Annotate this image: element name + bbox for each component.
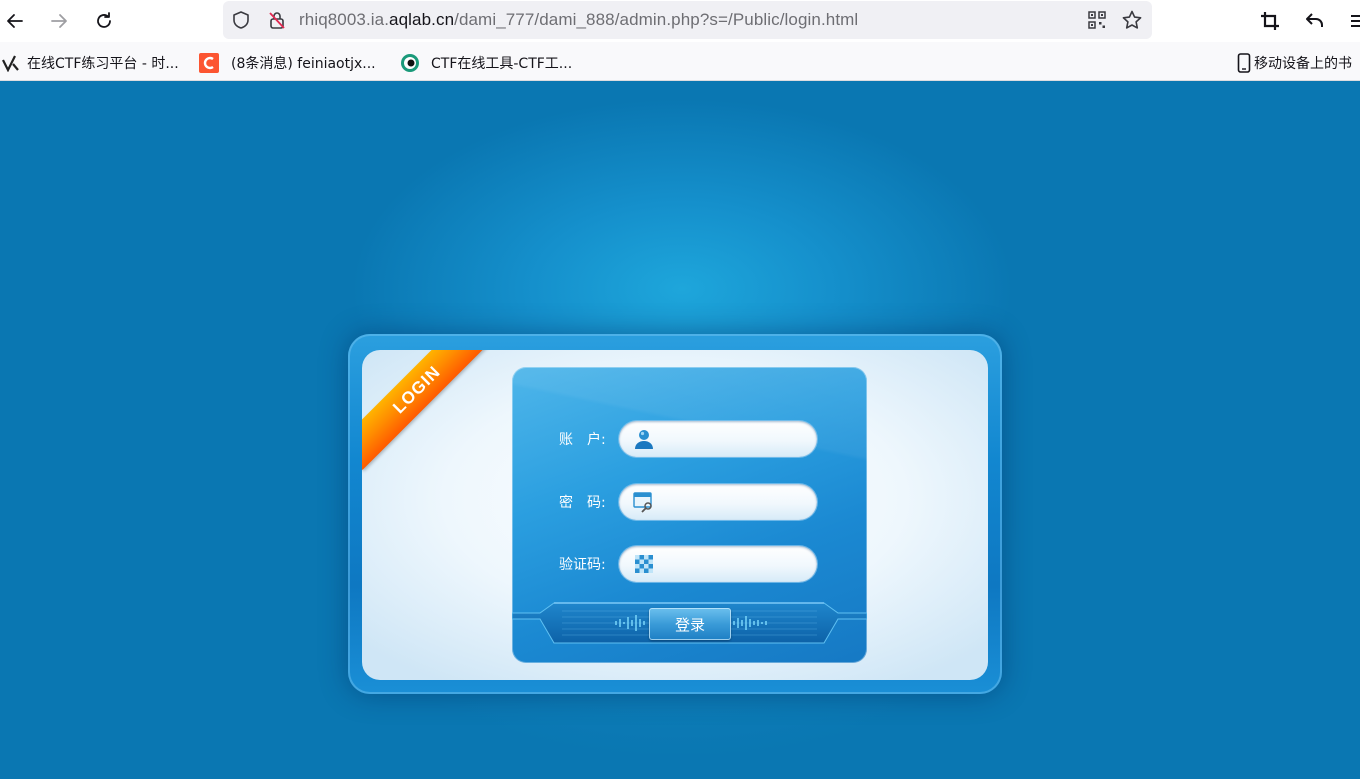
star-bookmark-icon[interactable]: [1121, 9, 1143, 35]
bookmarks-bar: 在线CTF练习平台 - 时... (8条消息) feiniaotjx... CT…: [0, 42, 1360, 81]
bookmark-label: 在线CTF练习平台 - 时...: [27, 56, 179, 72]
back-button[interactable]: [0, 6, 30, 36]
bookmark-item[interactable]: 在线CTF练习平台 - 时...: [2, 53, 179, 73]
mobile-device-icon: [1237, 53, 1251, 73]
url-prefix: rhiq8003.ia.: [299, 10, 390, 29]
captcha-checker-icon: [633, 553, 655, 575]
url-path: /dami_777/dami_888/admin.php?s=/Public/l…: [454, 10, 859, 29]
browser-toolbar: rhiq8003.ia.aqlab.cn/dami_777/dami_888/a…: [0, 0, 1360, 42]
user-icon: [633, 428, 655, 450]
account-field[interactable]: [619, 421, 817, 457]
captcha-field[interactable]: [619, 546, 817, 582]
mobile-bookmarks-label: 移动设备上的书: [1254, 56, 1352, 72]
csdn-c-icon: [199, 53, 219, 73]
login-ribbon: LOGIN: [362, 350, 497, 470]
login-form: 账 户: 密 码: 验证码: 登录: [512, 367, 867, 663]
insecure-lock-icon[interactable]: [267, 10, 287, 34]
bookmark-label: CTF在线工具-CTF工...: [431, 56, 573, 72]
arrow-left-icon: [7, 14, 23, 28]
url-text[interactable]: rhiq8003.ia.aqlab.cn/dami_777/dami_888/a…: [299, 10, 858, 30]
undo-arrow-icon[interactable]: [1304, 10, 1326, 36]
ctf-platform-icon: [2, 54, 20, 72]
screenshot-crop-icon[interactable]: [1259, 10, 1281, 36]
shield-icon[interactable]: [231, 10, 251, 34]
reload-icon: [97, 12, 111, 28]
mobile-bookmarks[interactable]: 移动设备上的书: [1237, 53, 1352, 73]
ctf-tools-icon: [400, 53, 420, 73]
bookmark-item[interactable]: (8条消息) feiniaotjx...: [199, 53, 376, 73]
captcha-input[interactable]: [661, 553, 811, 577]
password-key-icon: [633, 491, 655, 513]
reload-button[interactable]: [89, 6, 119, 36]
password-field[interactable]: [619, 484, 817, 520]
login-frame: LOGIN 账 户: 密 码: 验证码: 登录: [348, 334, 1002, 694]
account-input[interactable]: [661, 428, 811, 452]
password-input[interactable]: [661, 491, 811, 515]
login-button[interactable]: 登录: [649, 608, 731, 640]
qr-code-icon[interactable]: [1087, 10, 1107, 34]
password-label: 密 码:: [559, 495, 606, 511]
bookmark-item[interactable]: CTF在线工具-CTF工...: [400, 53, 572, 73]
bookmark-label: (8条消息) feiniaotjx...: [231, 56, 376, 72]
address-bar[interactable]: rhiq8003.ia.aqlab.cn/dami_777/dami_888/a…: [223, 1, 1152, 39]
url-host: aqlab.cn: [389, 10, 455, 29]
forward-button[interactable]: [44, 6, 74, 36]
login-panel: LOGIN 账 户: 密 码: 验证码: 登录: [362, 350, 988, 680]
arrow-right-icon: [51, 14, 67, 28]
captcha-label: 验证码:: [559, 557, 606, 573]
menu-icon[interactable]: [1349, 10, 1360, 36]
account-label: 账 户:: [559, 432, 606, 448]
page-content: LOGIN 账 户: 密 码: 验证码: 登录: [0, 81, 1360, 779]
